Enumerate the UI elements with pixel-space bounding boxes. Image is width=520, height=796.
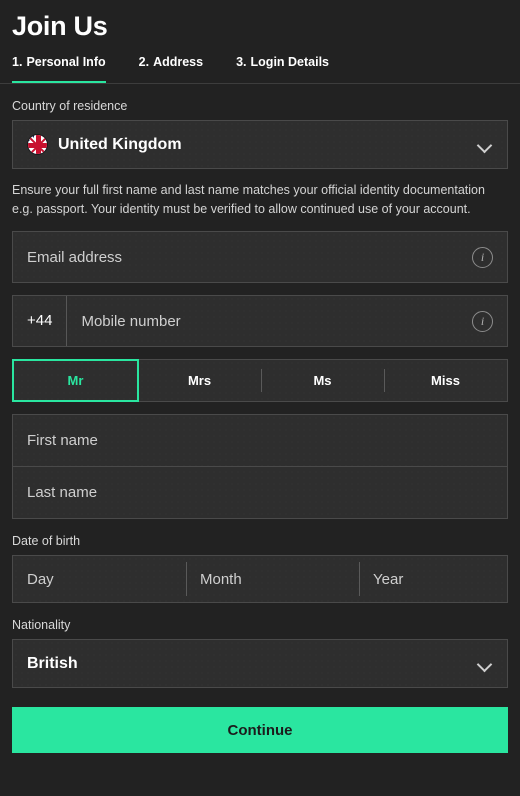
email-placeholder: Email address bbox=[27, 248, 123, 266]
identity-disclaimer: Ensure your full first name and last nam… bbox=[12, 183, 485, 216]
chevron-down-icon bbox=[477, 656, 493, 672]
dob-day-field[interactable]: Day bbox=[13, 556, 186, 602]
nationality-value: British bbox=[27, 654, 78, 672]
dob-year-field[interactable]: Year bbox=[359, 556, 507, 602]
date-of-birth-label: Date of birth bbox=[12, 534, 81, 548]
country-label: Country of residence bbox=[12, 99, 128, 113]
nationality-label: Nationality bbox=[12, 618, 71, 632]
tab-personal-info-label: Personal Info bbox=[26, 55, 106, 69]
email-info-icon[interactable]: i bbox=[472, 246, 493, 268]
form-body: Country of residence United Kingdom Ensu… bbox=[0, 99, 520, 753]
title-option-miss[interactable]: Miss bbox=[384, 360, 507, 401]
page-title: Join Us bbox=[12, 11, 108, 41]
name-group: First name Last name bbox=[12, 414, 508, 519]
title-option-ms[interactable]: Ms bbox=[261, 360, 384, 401]
tab-login-details[interactable]: 3. Login Details bbox=[236, 55, 329, 83]
country-select[interactable]: United Kingdom bbox=[12, 120, 508, 169]
nationality-select[interactable]: British bbox=[12, 639, 508, 688]
tab-login-details-number: 3. bbox=[236, 55, 247, 69]
tab-login-details-label: Login Details bbox=[250, 55, 330, 69]
country-value: United Kingdom bbox=[58, 135, 182, 153]
dob-month-field[interactable]: Month bbox=[186, 556, 359, 602]
tab-address-number: 2. bbox=[138, 55, 150, 69]
registration-page: Join Us 1. Personal Info 2. Address 3. Logi… bbox=[0, 0, 520, 796]
tab-personal-info[interactable]: 1. Personal Info bbox=[12, 55, 106, 83]
tab-address[interactable]: 2. Address bbox=[139, 55, 203, 83]
email-field[interactable]: Email address i bbox=[12, 231, 508, 283]
date-of-birth-group: Day Month Year bbox=[12, 555, 508, 603]
tab-address-label: Address bbox=[153, 55, 204, 69]
mobile-field[interactable]: +44 Mobile number i bbox=[12, 295, 508, 347]
continue-button[interactable]: Continue bbox=[12, 707, 508, 753]
step-tabs: 1. Personal Info 2. Address 3. Login Detail… bbox=[0, 55, 520, 84]
last-name-field[interactable]: Last name bbox=[13, 467, 507, 518]
chevron-down-icon bbox=[477, 137, 493, 153]
uk-flag-icon bbox=[27, 134, 48, 155]
first-name-field[interactable]: First name bbox=[13, 415, 507, 466]
mobile-dial-code: +44 bbox=[27, 312, 53, 329]
mobile-info-icon[interactable]: i bbox=[472, 310, 493, 332]
tab-personal-info-number: 1. bbox=[12, 55, 23, 69]
title-segmented-control: Mr Mrs Ms Miss bbox=[12, 359, 508, 402]
mobile-placeholder: Mobile number bbox=[81, 312, 181, 330]
title-option-mr[interactable]: Mr bbox=[12, 359, 139, 402]
title-option-mrs[interactable]: Mrs bbox=[138, 360, 261, 401]
